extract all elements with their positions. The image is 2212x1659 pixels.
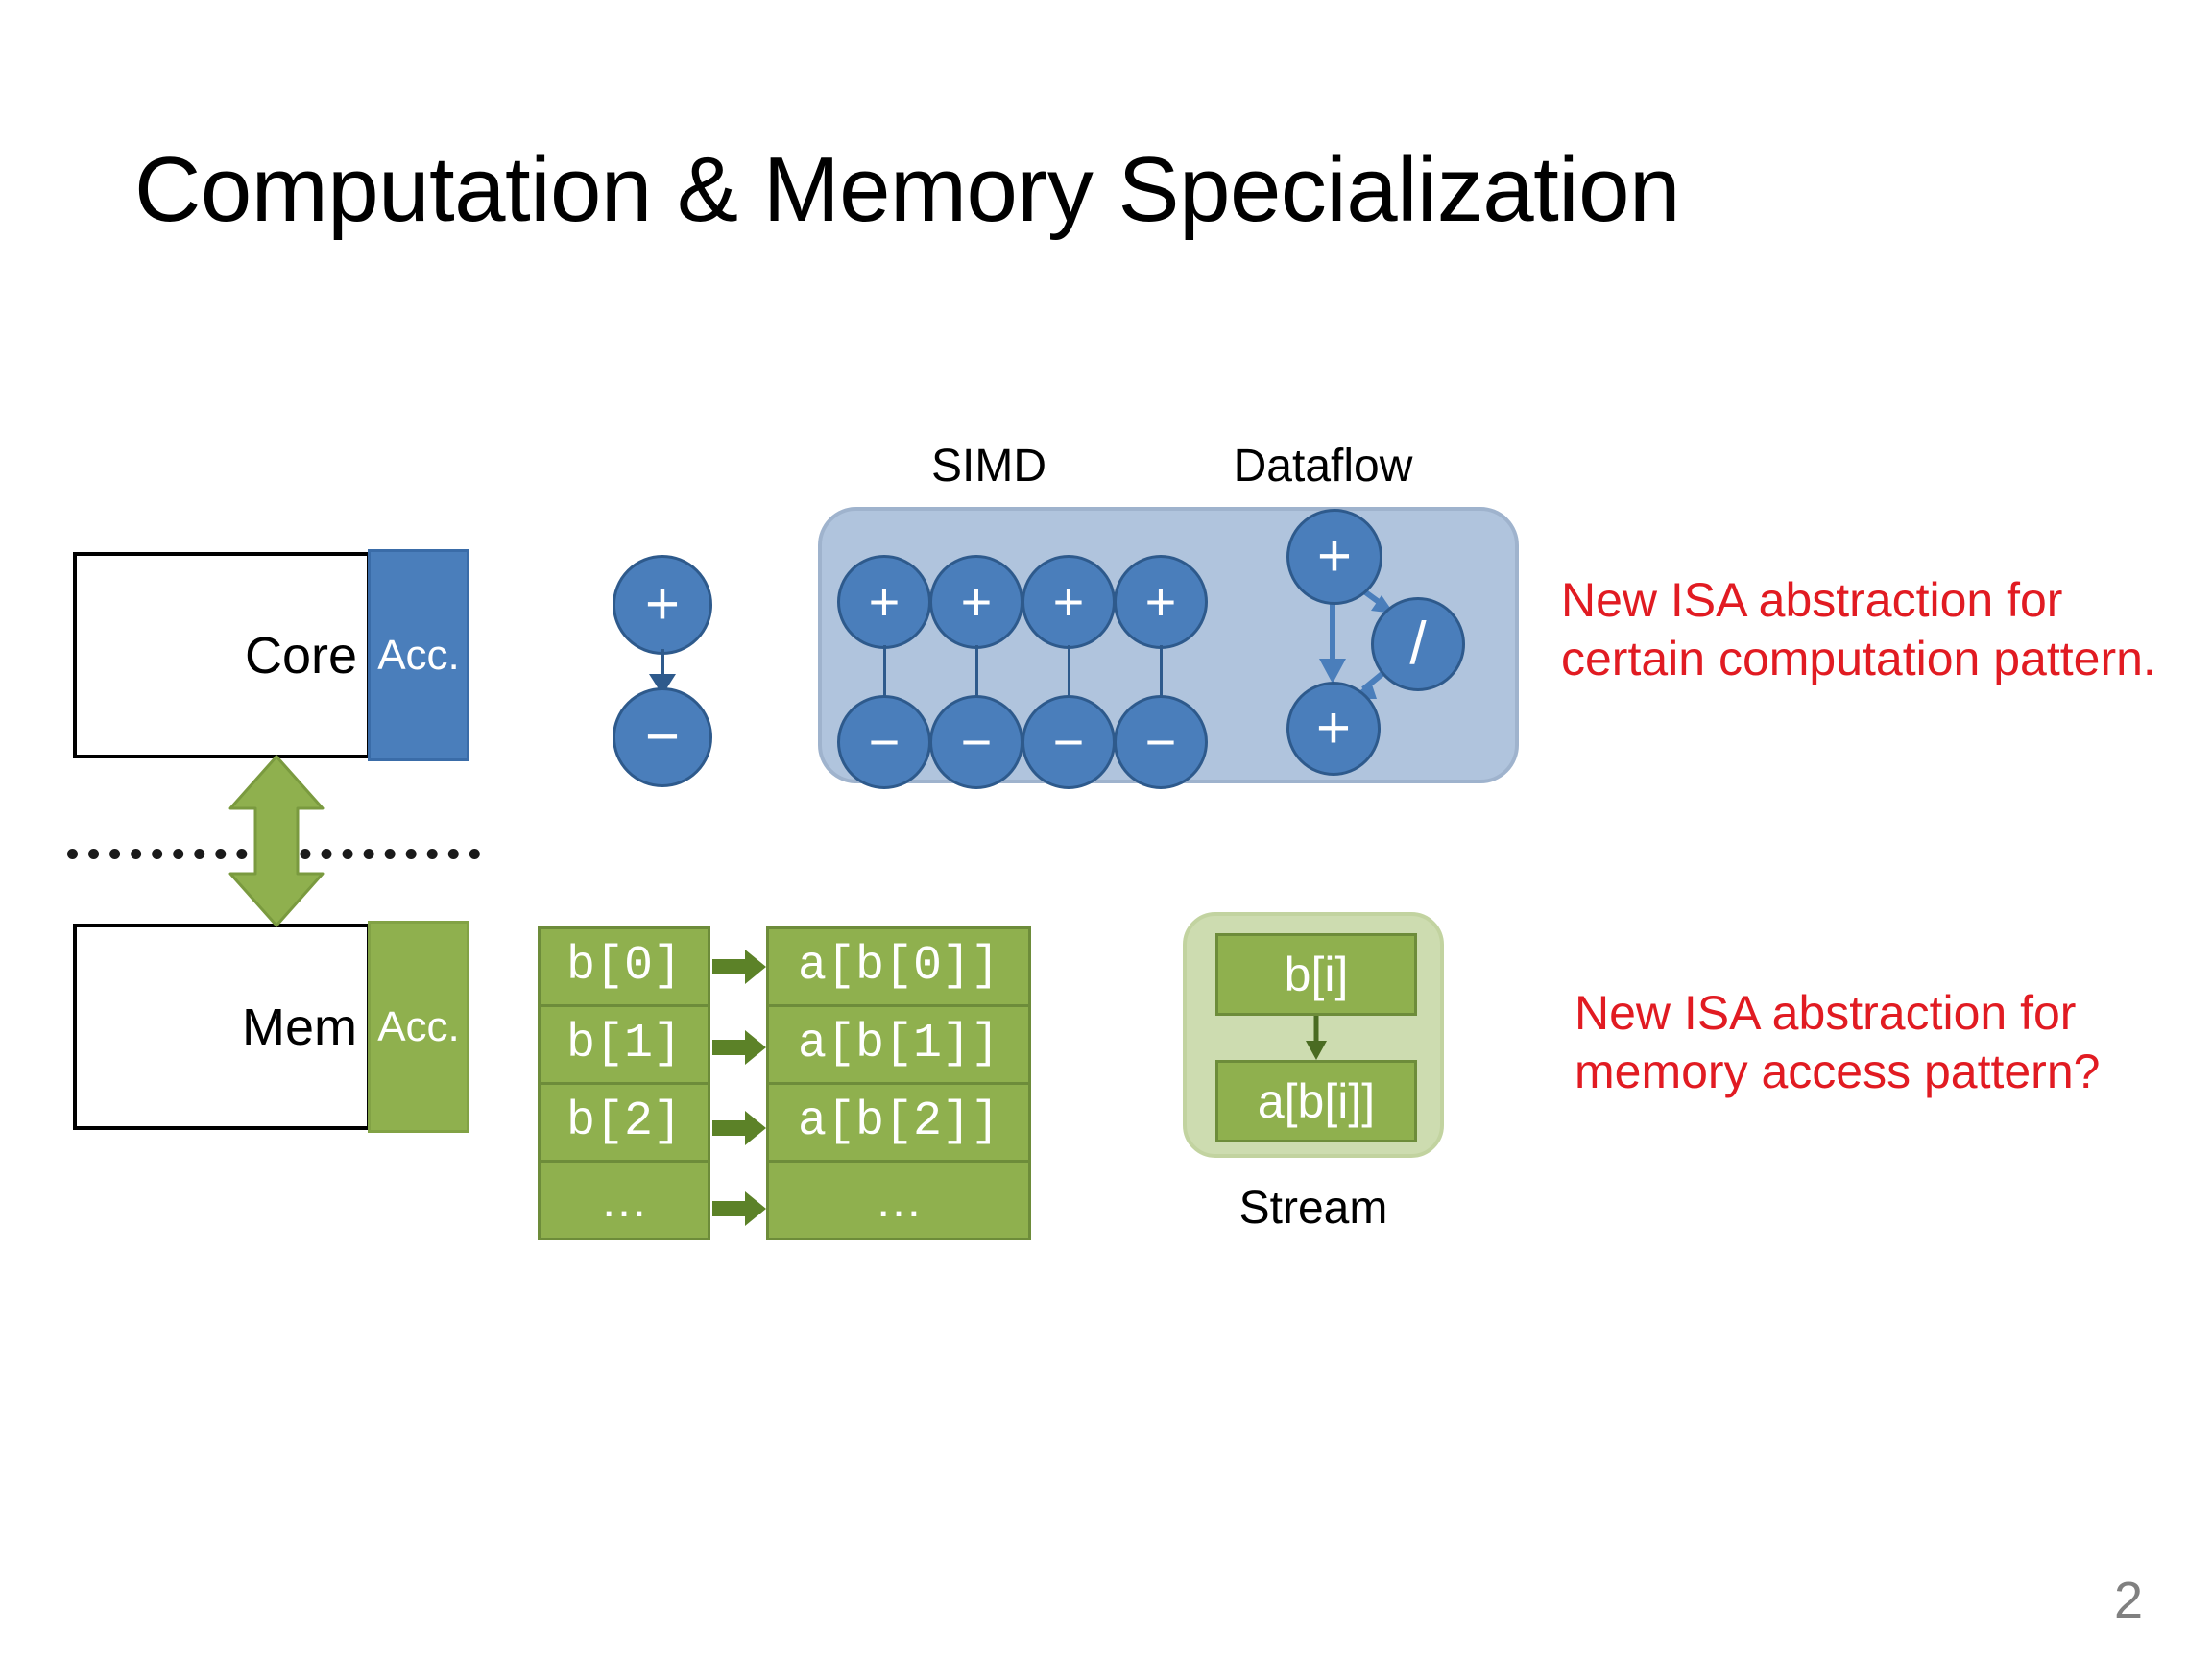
simd-op-minus-0: − xyxy=(837,695,931,789)
cell-text: a[b[i]] xyxy=(1257,1074,1376,1128)
core-accelerator-panel: Acc. xyxy=(368,549,469,761)
op-glyph: + xyxy=(868,571,901,632)
cell-text: b[i] xyxy=(1284,948,1349,1001)
op-glyph: + xyxy=(1052,571,1085,632)
op-glyph: / xyxy=(1409,611,1427,677)
memory-index-cell: b[0] xyxy=(538,926,710,1007)
memory-index-column: b[0] b[1] b[2] … xyxy=(538,926,710,1240)
op-glyph: + xyxy=(644,571,681,637)
cell-text: b[1] xyxy=(565,1017,683,1071)
memory-indirection-arrows xyxy=(710,926,768,1249)
stream-label: Stream xyxy=(1238,1183,1388,1234)
op-glyph: + xyxy=(960,571,993,632)
cell-text: … xyxy=(875,1173,923,1227)
cell-text: b[2] xyxy=(565,1094,683,1149)
mem-block-label: Mem xyxy=(242,998,357,1056)
simd-op-plus-1: + xyxy=(929,555,1023,649)
dataflow-op-divide: / xyxy=(1371,597,1465,691)
simd-op-minus-2: − xyxy=(1022,695,1116,789)
cell-text: a[b[0]] xyxy=(797,939,1000,994)
memory-value-cell: a[b[2]] xyxy=(766,1082,1031,1163)
memory-index-cell: … xyxy=(538,1160,710,1240)
memory-value-cell: a[b[0]] xyxy=(766,926,1031,1007)
page-title: Computation & Memory Specialization xyxy=(134,138,1680,241)
op-node-minus-single: − xyxy=(613,687,712,787)
op-glyph: − xyxy=(1144,711,1177,772)
dataflow-op-add-top: + xyxy=(1286,509,1382,605)
simd-op-plus-0: + xyxy=(837,555,931,649)
dataflow-graph: + / + xyxy=(1286,509,1536,787)
op-glyph: − xyxy=(644,704,681,770)
slide-canvas: Computation & Memory Specialization Core… xyxy=(0,0,2212,1659)
core-block: Core xyxy=(73,552,371,758)
mem-accelerator-label: Acc. xyxy=(377,1002,460,1050)
memory-value-cell: … xyxy=(766,1160,1031,1240)
memory-annotation: New ISA abstraction for memory access pa… xyxy=(1575,986,2101,1098)
simd-connector-1 xyxy=(975,645,978,701)
op-glyph: + xyxy=(1144,571,1177,632)
core-mem-interconnect-arrow xyxy=(227,755,326,927)
stream-arrow xyxy=(1300,1016,1333,1062)
memory-index-cell: b[1] xyxy=(538,1004,710,1085)
dataflow-group-label: Dataflow xyxy=(1233,441,1413,492)
cell-text: a[b[1]] xyxy=(797,1017,1000,1071)
op-glyph: + xyxy=(1315,695,1352,761)
op-glyph: + xyxy=(1316,523,1353,589)
stream-cell-index: b[i] xyxy=(1215,933,1417,1016)
op-glyph: − xyxy=(1052,711,1085,772)
mem-accelerator-panel: Acc. xyxy=(368,921,469,1133)
op-glyph: − xyxy=(868,711,901,772)
op-glyph: − xyxy=(960,711,993,772)
memory-value-column: a[b[0]] a[b[1]] a[b[2]] … xyxy=(766,926,1031,1240)
simd-op-minus-1: − xyxy=(929,695,1023,789)
cell-text: b[0] xyxy=(565,939,683,994)
page-number: 2 xyxy=(2113,1572,2143,1629)
simd-op-plus-3: + xyxy=(1114,555,1208,649)
simd-connector-0 xyxy=(883,645,886,701)
mem-block: Mem xyxy=(73,924,371,1130)
simd-op-plus-2: + xyxy=(1022,555,1116,649)
simd-connector-2 xyxy=(1068,645,1070,701)
op-node-plus-single: + xyxy=(613,555,712,655)
simd-op-minus-3: − xyxy=(1114,695,1208,789)
simd-group-label: SIMD xyxy=(931,441,1046,492)
simd-connector-3 xyxy=(1160,645,1163,701)
memory-value-cell: a[b[1]] xyxy=(766,1004,1031,1085)
cell-text: a[b[2]] xyxy=(797,1094,1000,1149)
core-accelerator-label: Acc. xyxy=(377,631,460,679)
compute-annotation: New ISA abstraction for certain computat… xyxy=(1561,573,2156,685)
memory-index-cell: b[2] xyxy=(538,1082,710,1163)
stream-cell-value: a[b[i]] xyxy=(1215,1060,1417,1142)
stream-container: b[i] a[b[i]] xyxy=(1183,912,1444,1158)
cell-text: … xyxy=(600,1173,648,1227)
dataflow-op-add-bottom: + xyxy=(1286,682,1381,776)
core-block-label: Core xyxy=(244,626,357,685)
